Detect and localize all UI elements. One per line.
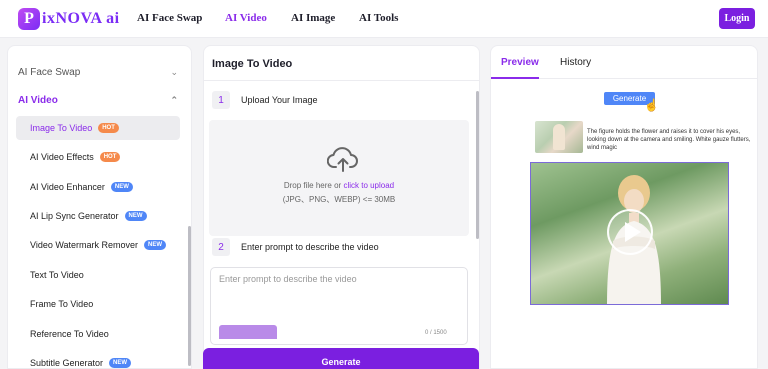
nav-item-ai-tools[interactable]: AI Tools bbox=[359, 12, 419, 24]
logo[interactable]: P ixNOVA ai bbox=[18, 7, 120, 31]
demo-video-preview[interactable] bbox=[530, 162, 729, 305]
sidebar-section-label: AI Face Swap bbox=[18, 67, 81, 78]
sidebar-section-label: AI Video bbox=[18, 95, 58, 106]
panel-scrollbar[interactable] bbox=[476, 91, 479, 239]
demo-prompt-text: The figure holds the flower and raises i… bbox=[587, 129, 751, 151]
dropzone-text: Drop file here or bbox=[283, 181, 342, 190]
step-2-number: 2 bbox=[212, 238, 230, 256]
chevron-up-icon: ⌃ bbox=[170, 95, 178, 105]
nav-item-ai-video[interactable]: AI Video bbox=[225, 12, 291, 24]
image-to-video-panel: Image To Video 1 Upload Your Image Drop … bbox=[203, 45, 480, 369]
sidebar-item-text-to-video[interactable]: Text To Video bbox=[16, 263, 180, 287]
sidebar-item-label: Text To Video bbox=[30, 270, 84, 280]
step-1-number: 1 bbox=[212, 91, 230, 109]
sidebar-item-label: Subtitle Generator bbox=[30, 358, 104, 368]
sidebar-item-ai-lip-sync-generator[interactable]: AI Lip Sync Generator NEW bbox=[16, 204, 180, 228]
sidebar-item-subtitle-generator[interactable]: Subtitle Generator NEW bbox=[16, 351, 180, 368]
tab-preview[interactable]: Preview bbox=[501, 57, 539, 68]
prompt-box: 0 / 1500 bbox=[210, 267, 468, 345]
hot-badge: HOT bbox=[98, 123, 119, 133]
sidebar-item-label: AI Lip Sync Generator bbox=[30, 211, 119, 221]
sidebar-item-image-to-video[interactable]: Image To Video HOT bbox=[16, 116, 180, 140]
upload-dropzone[interactable]: Drop file here or click to upload (JPG、P… bbox=[209, 120, 469, 236]
sidebar-item-label: AI Video Effects bbox=[30, 152, 94, 162]
nav-item-ai-face-swap[interactable]: AI Face Swap bbox=[137, 12, 225, 24]
new-badge: NEW bbox=[109, 358, 132, 368]
sidebar-item-video-watermark-remover[interactable]: Video Watermark Remover NEW bbox=[16, 233, 180, 257]
pointer-hand-icon: ☝ bbox=[644, 98, 659, 112]
char-count: 0 / 1500 bbox=[425, 330, 447, 336]
cloud-upload-icon bbox=[327, 147, 358, 172]
dropzone-instructions: Drop file here or click to upload bbox=[209, 181, 469, 190]
active-tab-indicator bbox=[491, 77, 539, 79]
sidebar-item-label: AI Video Enhancer bbox=[30, 182, 105, 192]
sidebar-item-ai-video-enhancer[interactable]: AI Video Enhancer NEW bbox=[16, 175, 180, 199]
dropzone-formats: (JPG、PNG、WEBP) <= 30MB bbox=[282, 195, 396, 204]
sidebar: AI Face Swap ⌄ AI Video ⌃ Image To Video… bbox=[7, 45, 192, 369]
sidebar-item-label: Frame To Video bbox=[30, 299, 94, 309]
panel-title: Image To Video bbox=[212, 58, 293, 70]
demo-thumbnail bbox=[535, 121, 583, 153]
sidebar-item-reference-to-video[interactable]: Reference To Video bbox=[16, 322, 180, 346]
step-2-label: Enter prompt to describe the video bbox=[241, 242, 379, 252]
sidebar-item-label: Reference To Video bbox=[30, 329, 109, 339]
main-nav: AI Face Swap AI Video AI Image AI Tools bbox=[137, 12, 419, 24]
hot-badge: HOT bbox=[99, 152, 121, 162]
prompt-input[interactable] bbox=[219, 274, 459, 314]
login-button[interactable]: Login bbox=[719, 8, 755, 29]
click-to-upload-link[interactable]: click to upload bbox=[343, 181, 394, 190]
sidebar-item-label: Image To Video bbox=[30, 123, 93, 133]
sidebar-item-ai-video-effects[interactable]: AI Video Effects HOT bbox=[16, 145, 180, 169]
divider bbox=[204, 80, 479, 81]
new-badge: NEW bbox=[144, 240, 167, 250]
nav-item-ai-image[interactable]: AI Image bbox=[291, 12, 359, 24]
sidebar-scrollbar[interactable] bbox=[188, 226, 191, 366]
new-badge: NEW bbox=[110, 182, 133, 192]
sidebar-section-ai-face-swap[interactable]: AI Face Swap ⌄ bbox=[18, 67, 178, 78]
new-badge: NEW bbox=[124, 211, 147, 221]
logo-text: ixNOVA ai bbox=[42, 10, 120, 27]
sidebar-item-label: Video Watermark Remover bbox=[30, 240, 139, 250]
sidebar-item-frame-to-video[interactable]: Frame To Video bbox=[16, 292, 180, 316]
sidebar-section-ai-video[interactable]: AI Video ⌃ bbox=[18, 95, 178, 106]
chevron-down-icon: ⌄ bbox=[170, 67, 178, 77]
logo-mark: P bbox=[18, 8, 40, 30]
preview-panel: Preview History Generate ☝ The figure ho… bbox=[490, 45, 758, 369]
play-icon[interactable] bbox=[607, 209, 653, 255]
generate-button[interactable]: Generate bbox=[203, 348, 479, 369]
prompt-enhance-button[interactable] bbox=[219, 325, 277, 339]
step-1-label: Upload Your Image bbox=[241, 95, 318, 105]
tab-history[interactable]: History bbox=[560, 57, 591, 68]
top-navbar: P ixNOVA ai AI Face Swap AI Video AI Ima… bbox=[0, 0, 768, 38]
